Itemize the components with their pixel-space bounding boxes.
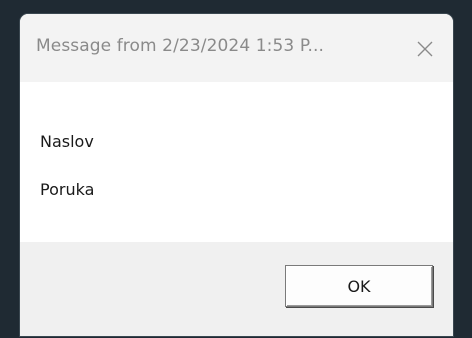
- dialog-footer: OK: [20, 242, 453, 336]
- ok-button[interactable]: OK: [285, 265, 433, 307]
- dialog-titlebar[interactable]: Message from 2/23/2024 1:53 P...: [20, 14, 453, 82]
- dialog-message-area: Naslov Poruka: [20, 82, 453, 242]
- dialog-title: Message from 2/23/2024 1:53 P...: [36, 36, 325, 56]
- message-line-body: Poruka: [40, 180, 95, 199]
- message-dialog: Message from 2/23/2024 1:53 P... Naslov …: [20, 14, 453, 336]
- close-button[interactable]: [408, 32, 442, 66]
- close-icon: [417, 41, 433, 57]
- message-line-title: Naslov: [40, 132, 94, 151]
